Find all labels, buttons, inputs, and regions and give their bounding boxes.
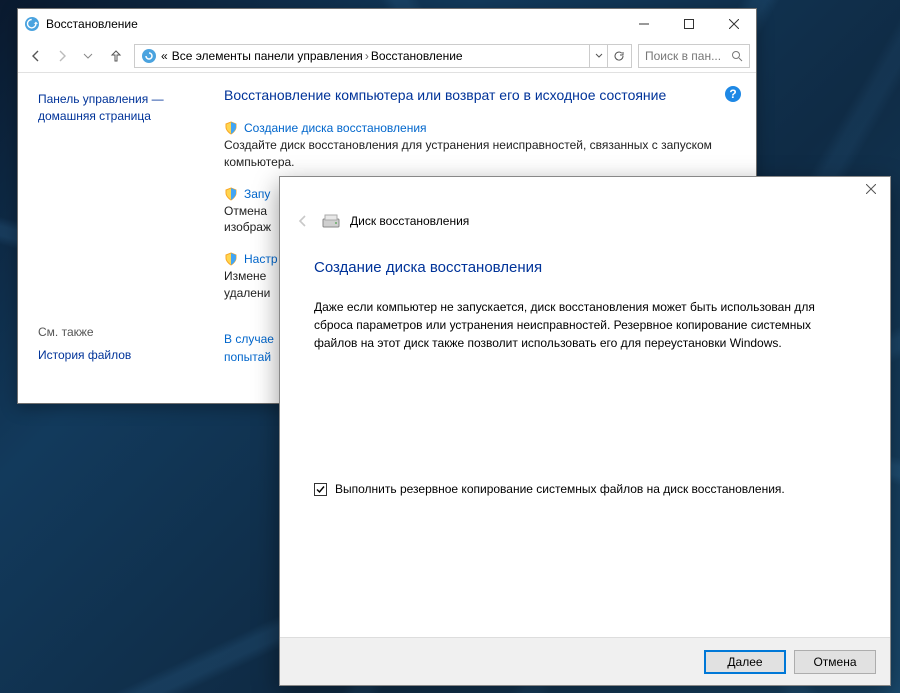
breadcrumb-item[interactable]: Восстановление [371,49,463,63]
minimize-button[interactable] [621,10,666,39]
create-recovery-drive-link[interactable]: Создание диска восстановления [244,121,427,135]
refresh-button[interactable] [607,45,629,67]
search-icon [731,50,743,62]
maximize-button[interactable] [666,10,711,39]
recovery-item: Создание диска восстановления Создайте д… [224,121,736,171]
next-button[interactable]: Далее [704,650,786,674]
address-dropdown-button[interactable] [589,45,607,67]
sidebar-file-history-link[interactable]: История файлов [38,347,202,364]
dialog-close-button[interactable] [856,177,886,201]
dialog-description: Даже если компьютер не запускается, диск… [314,298,856,352]
titlebar[interactable]: Восстановление [18,9,756,39]
checkbox-label: Выполнить резервное копирование системны… [335,482,785,496]
breadcrumb-chevron: « [161,49,168,63]
backup-system-files-checkbox[interactable] [314,483,327,496]
nav-forward-button[interactable] [50,44,74,68]
item-description: Создайте диск восстановления для устране… [224,137,736,171]
shield-icon [224,252,238,266]
recovery-icon [141,48,157,64]
recovery-drive-dialog: Диск восстановления Создание диска восст… [279,176,891,686]
nav-back-button[interactable] [24,44,48,68]
troubleshoot-link[interactable]: В случаепопытай [224,332,274,364]
help-icon[interactable]: ? [724,85,742,103]
sidebar-heading: См. также [38,325,202,339]
nav-recent-button[interactable] [76,44,100,68]
sidebar-home-link[interactable]: Панель управления —домашняя страница [38,91,202,125]
window-title: Восстановление [46,17,621,31]
system-restore-link[interactable]: Запу [244,187,270,201]
navigation-bar: « Все элементы панели управления › Восст… [18,39,756,73]
back-icon[interactable] [294,212,312,230]
shield-icon [224,187,238,201]
dialog-title: Создание диска восстановления [314,259,856,276]
breadcrumb-sep-icon: › [365,49,369,63]
recovery-icon [24,16,40,32]
dialog-header: Диск восстановления [280,201,890,241]
breadcrumb-item[interactable]: Все элементы панели управления [172,49,363,63]
nav-up-button[interactable] [104,44,128,68]
sidebar: Панель управления —домашняя страница См.… [18,73,214,403]
shield-icon [224,121,238,135]
page-title: Восстановление компьютера или возврат ег… [224,87,736,103]
cancel-button[interactable]: Отмена [794,650,876,674]
drive-icon [322,214,340,228]
dialog-footer: Далее Отмена [280,637,890,685]
configure-restore-link[interactable]: Настр [244,252,278,266]
dialog-header-title: Диск восстановления [350,214,469,228]
svg-text:?: ? [729,87,736,101]
search-placeholder: Поиск в пан... [645,49,721,63]
close-button[interactable] [711,10,756,39]
search-input[interactable]: Поиск в пан... [638,44,750,68]
address-bar[interactable]: « Все элементы панели управления › Восст… [134,44,632,68]
